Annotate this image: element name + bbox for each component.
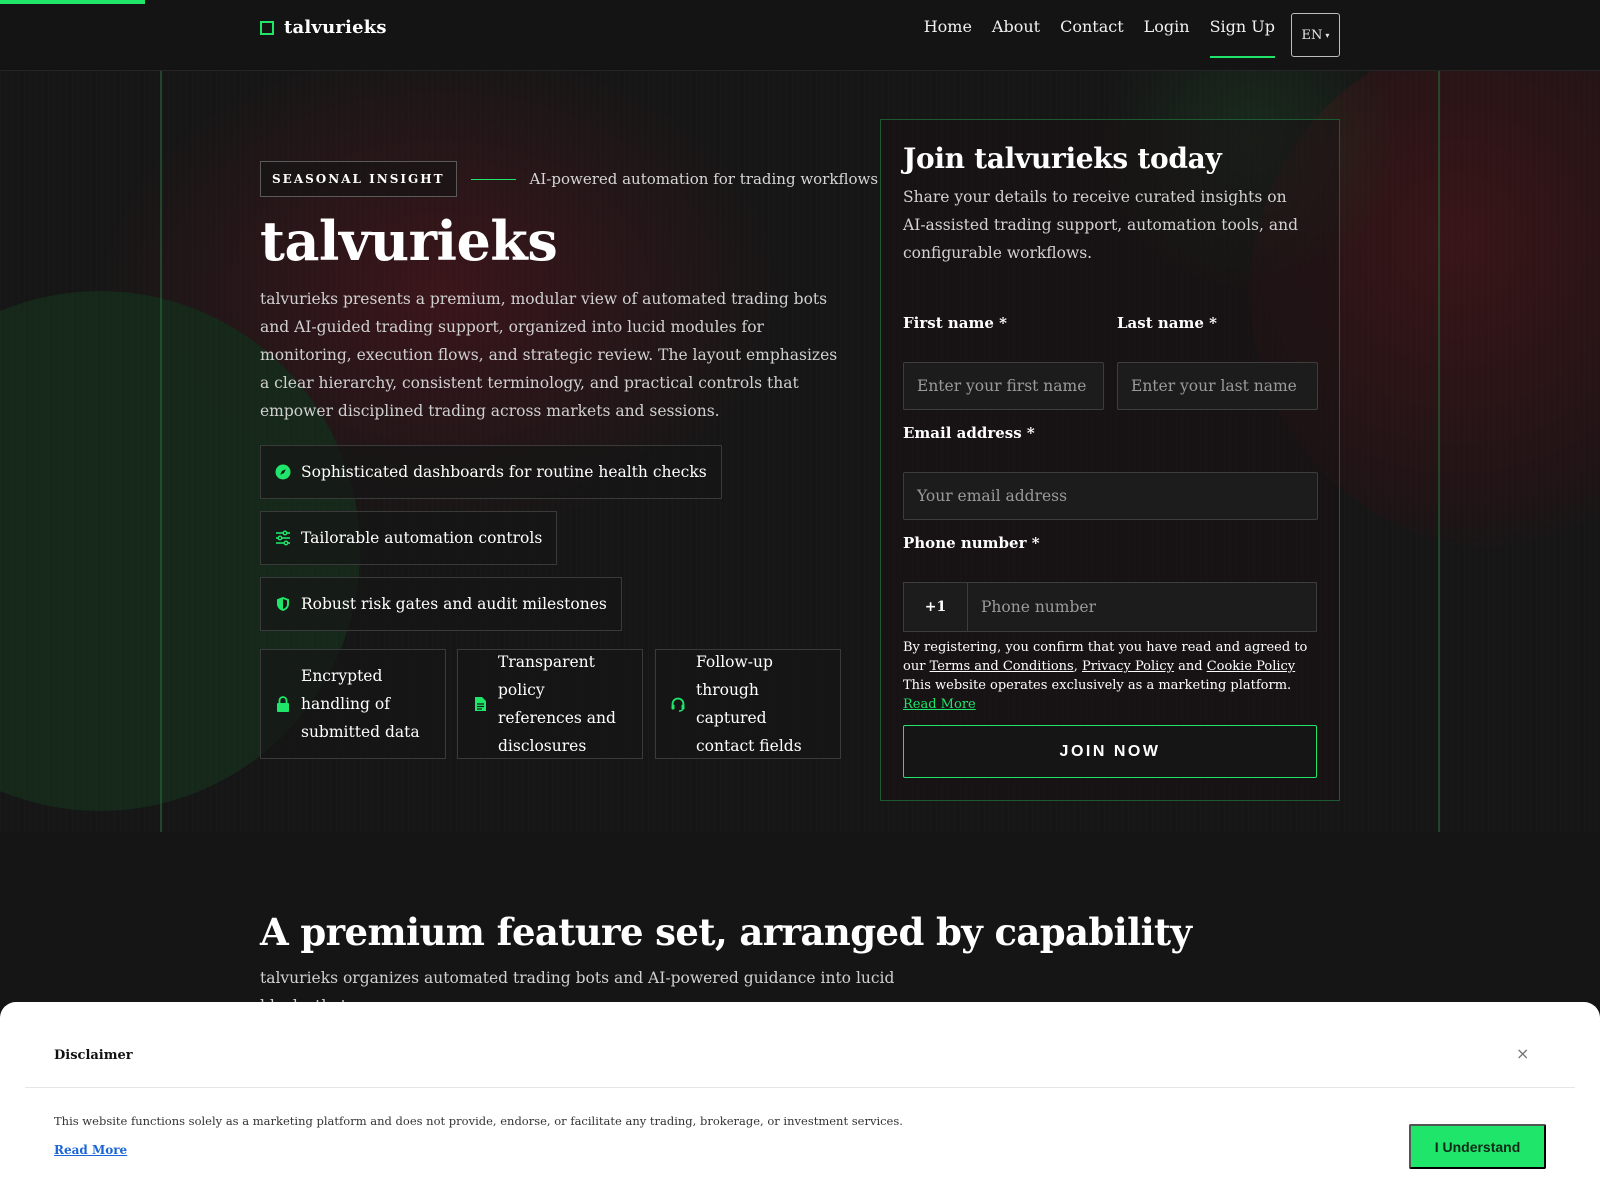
phone-label: Phone number * [903,534,1040,552]
logo-square-icon [260,20,274,35]
form-title: Join talvurieks today [903,142,1222,175]
page-progress-bar [0,0,145,4]
hero-title: talvurieks [260,209,558,273]
country-code-select[interactable]: +1 [904,583,968,631]
top-navbar: talvurieks Home About Contact Login Sign… [0,0,1600,71]
phone-input-group: +1 Phone number [903,582,1317,632]
card-followup: Follow-up through captured contact field… [655,649,841,759]
sliders-icon [276,530,290,546]
main-nav: Home About Contact Login Sign Up [924,17,1275,58]
card-policy: Transparent policy references and disclo… [457,649,643,759]
lock-icon [277,696,289,712]
disclaimer-read-more-link[interactable]: Read More [54,1143,127,1157]
language-select[interactable]: EN ▾ [1291,13,1340,57]
nav-about[interactable]: About [992,17,1040,58]
document-icon [475,697,486,711]
feature-label: Tailorable automation controls [301,529,543,547]
first-name-label: First name * [903,314,1007,332]
seasonal-badge: SEASONAL INSIGHT [260,161,457,197]
decor-line-right [1438,71,1440,832]
privacy-link[interactable]: Privacy Policy [1082,659,1174,674]
legal-notice: By registering, you confirm that you hav… [903,640,1308,712]
terms-link[interactable]: Terms and Conditions [930,659,1074,674]
phone-field[interactable]: Phone number [968,583,1316,631]
hero-tagline: AI-powered automation for trading workfl… [529,170,879,188]
cookie-link[interactable]: Cookie Policy [1207,659,1295,674]
disclaimer-banner: Disclaimer × This website functions sole… [0,1002,1600,1200]
join-now-button[interactable]: JOIN NOW [903,725,1317,778]
legal-suffix: This website operates exclusively as a m… [903,678,1292,693]
hero-description: talvurieks presents a premium, modular v… [260,290,838,420]
headset-icon [671,697,685,712]
last-name-label: Last name * [1117,314,1217,332]
disclaimer-title: Disclaimer [54,1048,133,1063]
brand-logo[interactable]: talvurieks [260,17,387,38]
close-icon[interactable]: × [1516,1044,1529,1063]
nav-home[interactable]: Home [924,17,972,58]
card-label: Transparent policy references and disclo… [498,653,616,755]
card-label: Encrypted handling of submitted data [301,667,420,741]
read-more-link[interactable]: Read More [903,697,976,712]
nav-contact[interactable]: Contact [1060,17,1124,58]
shield-icon [277,597,289,611]
nav-login[interactable]: Login [1144,17,1190,58]
feature-label: Sophisticated dashboards for routine hea… [301,463,707,481]
feature-dashboards: Sophisticated dashboards for routine hea… [260,445,722,499]
disclaimer-divider [25,1087,1575,1088]
card-encryption: Encrypted handling of submitted data [260,649,446,759]
features-section-title: A premium feature set, arranged by capab… [260,910,1192,954]
last-name-field[interactable]: Enter your last name [1117,362,1318,410]
decor-line-left [160,71,162,832]
card-label: Follow-up through captured contact field… [696,653,802,755]
i-understand-button[interactable]: I Understand [1409,1124,1546,1169]
email-label: Email address * [903,424,1035,442]
caret-down-icon: ▾ [1325,30,1330,40]
hero-badge-row: SEASONAL INSIGHT AI-powered automation f… [260,161,878,197]
email-field[interactable]: Your email address [903,472,1318,520]
feature-label: Robust risk gates and audit milestones [301,595,607,613]
compass-icon [275,464,291,480]
legal-and: and [1178,659,1203,674]
brand-name: talvurieks [284,17,387,38]
badge-divider [470,178,516,180]
language-code: EN [1301,27,1323,43]
disclaimer-text: This website functions solely as a marke… [54,1114,903,1128]
first-name-field[interactable]: Enter your first name [903,362,1104,410]
feature-automation: Tailorable automation controls [260,511,558,565]
feature-risk: Robust risk gates and audit milestones [260,577,622,631]
signup-form: Join talvurieks today Share your details… [880,119,1340,801]
form-description: Share your details to receive curated in… [903,188,1299,262]
nav-sign-up[interactable]: Sign Up [1209,17,1275,58]
